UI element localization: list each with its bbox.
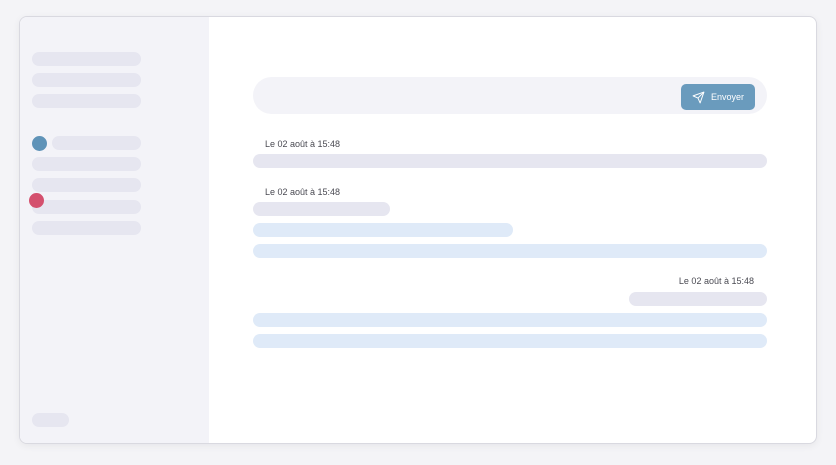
- message-bubble-placeholder: [629, 292, 767, 306]
- sidebar-item-placeholder[interactable]: [32, 178, 141, 192]
- message-timestamp: Le 02 août à 15:48: [678, 276, 754, 286]
- message-bubble-placeholder: [253, 334, 767, 348]
- sidebar-footer-placeholder[interactable]: [32, 413, 69, 427]
- send-button[interactable]: Envoyer: [681, 84, 755, 110]
- blue-status-dot: [32, 136, 47, 151]
- sidebar-item-placeholder[interactable]: [52, 136, 141, 150]
- send-button-label: Envoyer: [710, 92, 745, 102]
- message-bubble-placeholder: [253, 223, 513, 237]
- message-bubble-placeholder: [253, 244, 767, 258]
- message-composer[interactable]: Envoyer: [253, 77, 767, 114]
- message-bubble-placeholder: [253, 154, 767, 168]
- sidebar-item-placeholder[interactable]: [32, 52, 141, 66]
- app-window: Envoyer Le 02 août à 15:48 Le 02 août à …: [19, 16, 817, 444]
- sidebar-item-placeholder[interactable]: [32, 94, 141, 108]
- sidebar-item-placeholder[interactable]: [32, 221, 141, 235]
- sidebar-item-placeholder[interactable]: [32, 73, 141, 87]
- message-timestamp: Le 02 août à 15:48: [265, 187, 341, 197]
- message-timestamp: Le 02 août à 15:48: [265, 139, 341, 149]
- paper-plane-icon: [692, 91, 705, 103]
- message-bubble-placeholder: [253, 202, 390, 216]
- red-notification-dot: [29, 193, 44, 208]
- message-bubble-placeholder: [253, 313, 767, 327]
- sidebar-item-placeholder[interactable]: [32, 157, 141, 171]
- sidebar-item-placeholder[interactable]: [32, 200, 141, 214]
- sidebar: [20, 17, 209, 443]
- chat-panel: Envoyer Le 02 août à 15:48 Le 02 août à …: [209, 17, 816, 443]
